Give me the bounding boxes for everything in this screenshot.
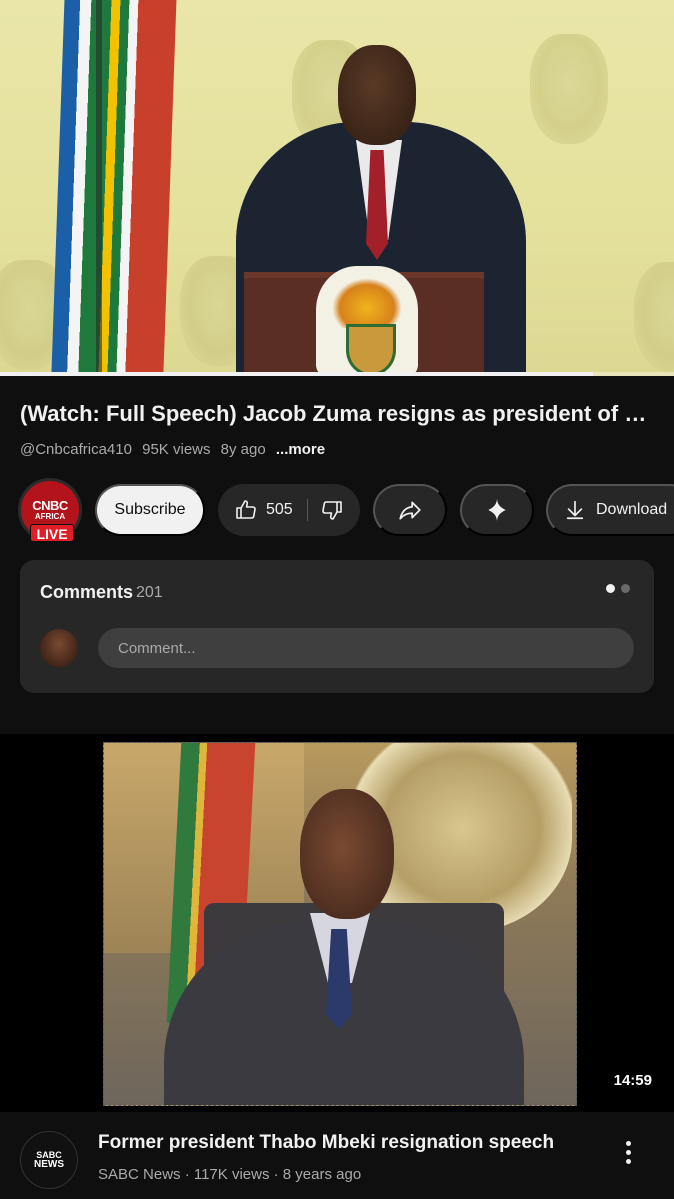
view-count: 95K views bbox=[142, 441, 211, 458]
like-divider bbox=[306, 499, 308, 521]
kebab-dot bbox=[625, 1158, 631, 1164]
duration-badge: 14:59 bbox=[609, 1070, 656, 1091]
recommended-meta: SABC News · 117K views · 8 years ago bbox=[98, 1166, 362, 1183]
comments-title: Comments bbox=[40, 582, 134, 602]
channel-handle[interactable]: @Cnbcafrica410 bbox=[20, 441, 132, 458]
download-button[interactable]: Download bbox=[546, 484, 674, 536]
share-icon bbox=[397, 497, 423, 523]
user-avatar bbox=[40, 629, 78, 667]
video-player[interactable] bbox=[0, 0, 674, 376]
like-count[interactable]: 505 bbox=[266, 501, 293, 519]
wall-emblem bbox=[530, 34, 608, 144]
like-dislike-group: 505 bbox=[218, 484, 360, 536]
more-vert-icon[interactable] bbox=[616, 1134, 640, 1170]
coat-of-arms-emblem bbox=[316, 266, 418, 376]
thumbnail-head bbox=[300, 789, 394, 919]
channel-logo-text: CNBC bbox=[32, 497, 68, 513]
comment-input[interactable] bbox=[98, 628, 634, 668]
channel-logo-sub: AFRICA bbox=[34, 511, 66, 521]
recommended-thumbnail[interactable] bbox=[0, 734, 674, 1112]
carousel-dot-active bbox=[606, 584, 615, 593]
sparkle-icon bbox=[484, 497, 510, 523]
thumbs-up-icon[interactable] bbox=[234, 498, 258, 522]
comments-count: 201 bbox=[136, 584, 163, 601]
more-link[interactable]: ...more bbox=[276, 441, 325, 458]
carousel-dots bbox=[606, 584, 630, 593]
thumbs-down-icon[interactable] bbox=[320, 498, 344, 522]
wall-emblem bbox=[634, 262, 674, 372]
comments-card[interactable]: Comments 201 bbox=[20, 560, 654, 693]
progress-bar[interactable] bbox=[0, 372, 674, 376]
carousel-dot bbox=[621, 584, 630, 593]
sabc-logo-sub: NEWS bbox=[34, 1159, 64, 1170]
recommended-channel-avatar[interactable]: SABC NEWS bbox=[20, 1131, 78, 1189]
thumbnail-image bbox=[103, 742, 577, 1106]
share-button[interactable] bbox=[373, 484, 447, 536]
flag-pole bbox=[96, 0, 102, 376]
ask-ai-button[interactable] bbox=[460, 484, 534, 536]
download-label: Download bbox=[596, 501, 668, 518]
section-divider bbox=[0, 724, 674, 734]
upload-age: 8y ago bbox=[220, 441, 266, 458]
live-badge: LIVE bbox=[30, 524, 74, 542]
video-meta: @Cnbcafrica410 95K views 8y ago ...more bbox=[20, 441, 331, 458]
south-african-flag bbox=[51, 0, 177, 376]
subscribe-button[interactable]: Subscribe bbox=[95, 484, 205, 536]
progress-bar-fill bbox=[0, 372, 594, 376]
recommended-title[interactable]: Former president Thabo Mbeki resignation… bbox=[98, 1132, 618, 1154]
sabc-logo: SABC NEWS bbox=[34, 1151, 64, 1170]
kebab-dot bbox=[625, 1149, 631, 1155]
speaker-head bbox=[338, 45, 416, 145]
video-title[interactable]: (Watch: Full Speech) Jacob Zuma resigns … bbox=[20, 398, 660, 430]
download-icon bbox=[564, 499, 586, 521]
kebab-dot bbox=[625, 1140, 631, 1146]
